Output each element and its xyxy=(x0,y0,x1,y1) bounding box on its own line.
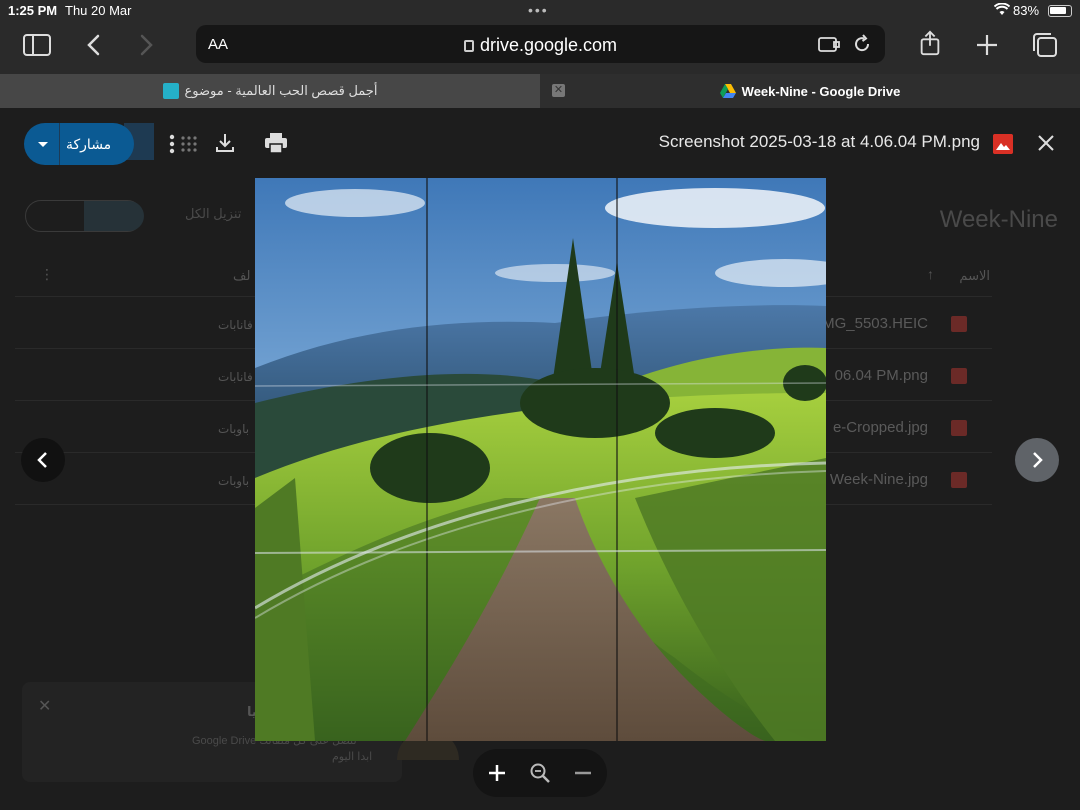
toast-text: ابدا اليوم xyxy=(332,751,373,763)
image-file-icon xyxy=(951,316,967,332)
print-icon[interactable] xyxy=(264,132,288,154)
share-dropdown-icon[interactable] xyxy=(24,123,60,165)
file-name[interactable]: e-Cropped.jpg xyxy=(833,419,928,436)
image-preview[interactable] xyxy=(255,178,826,741)
share-icon[interactable] xyxy=(915,30,945,56)
lock-icon xyxy=(463,40,474,52)
sort-arrow-icon[interactable]: ↑ xyxy=(927,266,934,282)
forward-icon[interactable] xyxy=(132,32,162,58)
download-icon[interactable] xyxy=(214,132,236,154)
share-button-label: مشاركة xyxy=(66,136,112,152)
url-text[interactable]: drive.google.com xyxy=(480,35,617,55)
zoom-out-icon[interactable] xyxy=(571,761,595,785)
reload-icon[interactable] xyxy=(852,34,872,54)
chevron-right-icon xyxy=(1033,452,1043,468)
tab-inactive[interactable]: أجمل قصص الحب العالمية - موضوع xyxy=(0,74,540,108)
multitask-dots-icon[interactable]: ••• xyxy=(528,2,549,18)
file-owner: فانابات xyxy=(218,370,253,384)
chevron-left-icon xyxy=(37,452,47,468)
next-file-button[interactable] xyxy=(1015,438,1059,482)
address-bar[interactable]: AA drive.google.com xyxy=(196,25,885,63)
battery-percent: 83% xyxy=(1013,3,1040,18)
close-tab-icon[interactable]: ✕ xyxy=(552,84,565,97)
google-drive-icon xyxy=(719,84,736,98)
file-name[interactable]: 06.04 PM.png xyxy=(835,367,928,384)
status-date: Thu 20 Mar xyxy=(65,3,132,18)
image-file-icon xyxy=(993,134,1013,154)
sidebar-icon[interactable] xyxy=(22,32,52,58)
more-options-icon[interactable] xyxy=(168,134,176,156)
close-preview-icon[interactable] xyxy=(1036,133,1056,153)
file-owner: فانابات xyxy=(218,318,253,332)
file-name[interactable]: Week-Nine.jpg xyxy=(830,471,928,488)
column-header-name[interactable]: الاسم xyxy=(959,268,990,284)
image-file-icon xyxy=(951,472,967,488)
site-favicon-icon xyxy=(162,83,179,99)
status-bar: 1:25 PM Thu 20 Mar ••• 83% xyxy=(0,0,1080,22)
apps-grid-icon[interactable] xyxy=(180,135,198,153)
new-tab-icon[interactable] xyxy=(972,32,1002,58)
file-title: Screenshot 2025-03-18 at 4.06.04 PM.png xyxy=(658,132,980,151)
wifi-icon xyxy=(994,3,1010,15)
battery-icon xyxy=(1048,5,1072,17)
tab-bar: أجمل قصص الحب العالمية - موضوع ✕ Week-Ni… xyxy=(0,74,1080,108)
zoom-controls xyxy=(473,749,607,797)
previous-file-button[interactable] xyxy=(21,438,65,482)
column-header-owner: لف xyxy=(233,268,251,283)
preview-header: مشاركة Screenshot 2025-03-18 at 4.06.04 … xyxy=(0,108,1080,178)
tab-title: أجمل قصص الحب العالمية - موضوع xyxy=(184,83,378,98)
browser-toolbar: AA drive.google.com xyxy=(0,22,1080,74)
folder-title: Week-Nine xyxy=(939,206,1058,233)
file-owner: باوبات xyxy=(218,474,250,488)
zoom-in-icon[interactable] xyxy=(485,761,509,785)
status-time: 1:25 PM xyxy=(8,3,58,18)
view-toggle[interactable] xyxy=(25,200,144,232)
extension-icon[interactable] xyxy=(818,35,840,53)
tabs-overview-icon[interactable] xyxy=(1030,32,1060,58)
tab-active[interactable]: ✕ Week-Nine - Google Drive xyxy=(540,74,1080,108)
close-icon[interactable]: ✕ xyxy=(38,696,51,716)
file-owner: باوبات xyxy=(218,422,250,436)
back-icon[interactable] xyxy=(80,32,110,58)
file-name[interactable]: MG_5503.HEIC xyxy=(822,315,928,332)
image-file-icon xyxy=(951,420,967,436)
image-file-icon xyxy=(951,368,967,384)
column-menu-icon[interactable]: ⋮ xyxy=(40,266,54,283)
zoom-icon[interactable] xyxy=(528,761,552,785)
download-all-button[interactable]: تنزيل الكل xyxy=(185,206,241,222)
share-button[interactable]: مشاركة xyxy=(24,123,134,165)
tab-title: Week-Nine - Google Drive xyxy=(741,83,901,99)
